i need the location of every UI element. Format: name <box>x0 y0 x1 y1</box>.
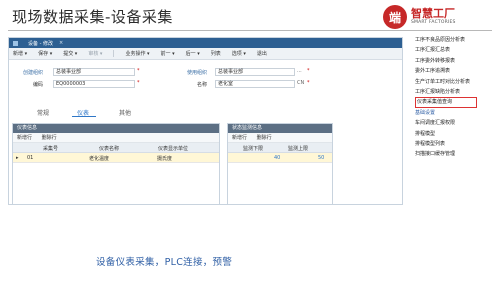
delete-row-button[interactable]: 删除行 <box>257 135 272 141</box>
close-icon[interactable]: × <box>59 40 63 46</box>
monitor-grid-header: 监测下限 监测上限 <box>228 143 332 153</box>
slide-title: 现场数据采集-设备采集 <box>12 8 173 26</box>
add-row-button[interactable]: 新增行 <box>232 135 247 141</box>
tab-bar: 常规 仪表 其他 <box>9 106 402 118</box>
collect-no-cell[interactable]: 01 <box>27 155 33 161</box>
save-button[interactable]: 保存 ▾ <box>38 50 52 57</box>
menu-section-basic-settings[interactable]: 基础设置 <box>415 108 497 118</box>
business-ops-button[interactable]: 业务操作 ▾ <box>125 50 149 57</box>
menu-item-instrument-query[interactable]: 仪表采集值查询 <box>415 97 477 108</box>
monitor-panel-title: 状态监测信息 <box>228 124 332 133</box>
menu-item-defect-analysis[interactable]: 工序汇报缺陷分析表 <box>415 87 497 97</box>
window-title: 设备 - 修改 <box>28 40 53 47</box>
next-button[interactable]: 后一 ▾ <box>186 50 200 57</box>
monitor-panel: 状态监测信息 新增行 删除行 监测下限 监测上限 40 50 <box>227 123 333 204</box>
menu-item-defect-reason-analysis[interactable]: 工序不良品原因分析表 <box>415 35 497 45</box>
display-unit-cell[interactable]: 摄氏度 <box>157 155 172 162</box>
table-row[interactable]: ▸ 01 老化温度 摄氏度 <box>13 153 219 163</box>
equipment-form: 创建组织 总装事业部 * 使用组织 总装事业部 ... * 编码 EQ00000… <box>9 62 402 106</box>
monitor-panel-tools: 新增行 删除行 <box>228 133 332 143</box>
language-icon[interactable]: CN <box>297 80 304 86</box>
column-header[interactable]: 仪表名称 <box>99 145 119 152</box>
audit-button[interactable]: 审核 ▾ <box>88 50 102 57</box>
toolbar: 新增 ▾ 保存 ▾ 提交 ▾ 审核 ▾ 业务操作 ▾ 前一 ▾ 后一 ▾ 列表 … <box>9 48 402 60</box>
title-divider <box>8 30 492 31</box>
logo-mark: 端 <box>383 5 407 29</box>
row-marker-icon: ▸ <box>16 155 19 161</box>
menu-item-outsource-trace[interactable]: 委外工序追溯表 <box>415 66 497 76</box>
required-mark: * <box>137 80 140 86</box>
required-mark: * <box>137 68 140 74</box>
menu-item-scheduling-model[interactable]: 排程模型 <box>415 129 497 139</box>
previous-button[interactable]: 前一 ▾ <box>161 50 175 57</box>
menu-item-scheduling-model-list[interactable]: 排程模型列表 <box>415 139 497 149</box>
side-menu: 工序不良品原因分析表 工序汇报汇总表 工序委外转移报表 委外工序追溯表 生产订单… <box>415 35 497 160</box>
menu-item-work-hour-comparison[interactable]: 生产订单工时对比分析表 <box>415 77 497 87</box>
use-org-field[interactable]: 总装事业部 <box>215 68 295 76</box>
logo-tagline: SMART FACTORIES <box>411 20 456 26</box>
use-org-label: 使用组织 <box>187 70 208 76</box>
code-field[interactable]: EQ0000003 <box>53 80 135 88</box>
logo-text: 智慧工厂 SMART FACTORIES <box>411 8 456 26</box>
required-mark: * <box>307 80 310 86</box>
submit-button[interactable]: 提交 ▾ <box>63 50 77 57</box>
toolbar-divider <box>113 50 115 57</box>
name-label: 名称 <box>197 82 208 88</box>
instrument-panel-title: 仪表信息 <box>13 124 219 133</box>
column-header[interactable]: 监测上限 <box>288 145 308 152</box>
instrument-name-cell[interactable]: 老化温度 <box>89 155 109 162</box>
app-icon <box>13 40 18 46</box>
list-button[interactable]: 列表 <box>211 50 221 57</box>
delete-row-button[interactable]: 删除行 <box>42 135 57 141</box>
instrument-panel-tools: 新增行 删除行 <box>13 133 219 143</box>
create-org-field[interactable]: 总装事业部 <box>53 68 135 76</box>
active-tab-indicator <box>72 116 96 117</box>
lower-limit-cell[interactable]: 40 <box>274 155 280 161</box>
logo-name: 智慧工厂 <box>411 7 455 21</box>
menu-item-dispatch-permission[interactable]: 车间调度汇报权限 <box>415 118 497 128</box>
upper-limit-cell[interactable]: 50 <box>318 155 324 161</box>
exit-button[interactable]: 退出 <box>257 50 267 57</box>
lookup-icon[interactable]: ... <box>297 68 302 74</box>
options-button[interactable]: 选项 ▾ <box>232 50 246 57</box>
column-header[interactable]: 仪表显示单位 <box>158 145 188 152</box>
tab-general[interactable]: 常规 <box>37 108 49 117</box>
column-header[interactable]: 监测下限 <box>243 145 263 152</box>
menu-item-outsource-transfer[interactable]: 工序委外转移报表 <box>415 56 497 66</box>
new-button[interactable]: 新增 ▾ <box>13 50 27 57</box>
required-mark: * <box>307 68 310 74</box>
brand-logo: 端 智慧工厂 SMART FACTORIES <box>383 4 495 30</box>
slide-caption: 设备仪表采集，PLC连接，预警 <box>96 257 233 268</box>
app-screenshot: 设备 - 修改 × 新增 ▾ 保存 ▾ 提交 ▾ 审核 ▾ 业务操作 ▾ 前一 … <box>8 37 403 205</box>
table-row[interactable]: 40 50 <box>228 153 332 163</box>
instrument-panel: 仪表信息 新增行 删除行 采集号 仪表名称 仪表显示单位 ▸ 01 老化温度 摄… <box>12 123 220 204</box>
menu-item-scan-cache[interactable]: 扫描接口缓存管理 <box>415 149 497 159</box>
name-field[interactable]: 老化室 <box>215 80 295 88</box>
tab-other[interactable]: 其他 <box>119 108 131 117</box>
window-titlebar: 设备 - 修改 × <box>9 38 402 48</box>
code-label: 编码 <box>33 82 44 88</box>
menu-item-process-report-summary[interactable]: 工序汇报汇总表 <box>415 45 497 55</box>
create-org-label: 创建组织 <box>23 70 44 76</box>
column-header[interactable]: 采集号 <box>43 145 58 152</box>
instrument-grid-header: 采集号 仪表名称 仪表显示单位 <box>13 143 219 153</box>
add-row-button[interactable]: 新增行 <box>17 135 32 141</box>
